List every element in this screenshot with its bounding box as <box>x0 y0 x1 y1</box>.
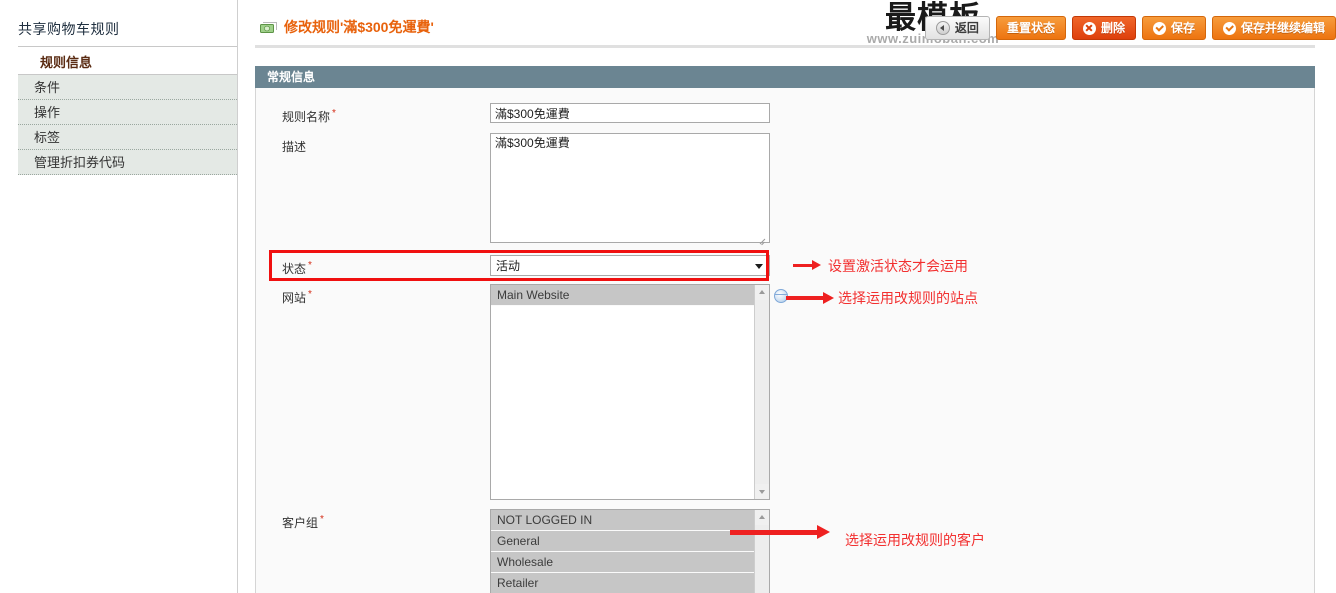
customer-group-listbox[interactable]: NOT LOGGED IN General Wholesale Retailer <box>490 509 770 593</box>
list-item[interactable]: Main Website <box>491 285 754 306</box>
save-button[interactable]: 保存 <box>1141 16 1206 40</box>
status-annotation-text: 设置激活状态才会运用 <box>828 258 968 274</box>
back-button[interactable]: 返回 <box>924 16 990 40</box>
delete-button[interactable]: 删除 <box>1071 16 1136 40</box>
page-header: 修改规则'滿$300免運費' 最模板 www.zuimoban.com 返回 重… <box>255 0 1336 48</box>
scroll-up-icon[interactable] <box>755 510 769 525</box>
scrollbar-track[interactable] <box>755 525 769 593</box>
check-circle-icon <box>1152 21 1166 35</box>
sidebar-item-actions[interactable]: 操作 <box>18 100 237 125</box>
status-select-value: 活动 <box>496 259 521 273</box>
status-select[interactable]: 活动 <box>490 255 770 276</box>
save-and-continue-edit-button[interactable]: 保存并继续编辑 <box>1211 16 1336 40</box>
sidebar-item-labels[interactable]: 标签 <box>18 125 237 150</box>
panel-section-title: 常规信息 <box>255 66 1315 88</box>
delete-button-label: 删除 <box>1100 21 1125 35</box>
scroll-up-icon[interactable] <box>755 285 769 300</box>
sidebar-item-manage-coupon-codes[interactable]: 管理折扣券代码 <box>18 150 237 175</box>
chevron-down-icon <box>755 263 763 269</box>
customer-group-options: NOT LOGGED IN General Wholesale Retailer <box>491 510 754 593</box>
sidebar-item-rule-info[interactable]: 规则信息 <box>18 50 237 75</box>
customer-group-label: 客户组 * <box>282 514 324 530</box>
header-button-bar: 返回 重置状态 删除 保存 保存并继续编辑 <box>924 16 1336 40</box>
website-scrollbar[interactable] <box>754 285 769 499</box>
rule-name-label: 规则名称 * <box>282 108 336 124</box>
money-icon <box>260 21 277 34</box>
page-title-group: 修改规则'滿$300免運費' <box>260 17 434 37</box>
general-information-panel: 常规信息 规则名称* 描述 状态* 活动 网站* Main <box>255 66 1315 593</box>
list-item[interactable]: Retailer <box>491 573 754 593</box>
scrollbar-track[interactable] <box>755 300 769 484</box>
customer-group-scrollbar[interactable] <box>754 510 769 593</box>
page-title: 修改规则'滿$300免運費' <box>284 19 434 35</box>
list-item[interactable]: General <box>491 531 754 552</box>
sidebar-title: 共享购物车规则 <box>18 21 120 37</box>
header-divider <box>255 45 1315 48</box>
sidebar-item-conditions[interactable]: 条件 <box>18 75 237 100</box>
back-arrow-icon <box>935 21 950 35</box>
reset-status-button-label: 重置状态 <box>1006 21 1055 35</box>
website-listbox[interactable]: Main Website <box>490 284 770 500</box>
sidebar-nav-list: 规则信息 条件 操作 标签 管理折扣券代码 <box>18 50 237 175</box>
required-asterisk: * <box>332 108 336 119</box>
sidebar: 共享购物车规则 规则信息 条件 操作 标签 管理折扣券代码 <box>0 0 238 593</box>
customer-annotation-text: 选择运用改规则的客户 <box>845 532 985 548</box>
save-and-continue-edit-button-label: 保存并继续编辑 <box>1240 21 1325 35</box>
reset-status-button[interactable]: 重置状态 <box>995 16 1066 40</box>
cross-circle-icon <box>1082 21 1096 35</box>
website-label: 网站 * <box>282 289 312 305</box>
list-item[interactable]: NOT LOGGED IN <box>491 510 754 531</box>
page-root: 共享购物车规则 规则信息 条件 操作 标签 管理折扣券代码 修改规则'滿$300… <box>0 0 1336 593</box>
sidebar-divider <box>18 46 237 47</box>
website-annotation-text: 选择运用改规则的站点 <box>838 290 978 306</box>
rule-name-input[interactable] <box>490 103 770 123</box>
description-label: 描述 <box>282 140 307 154</box>
required-asterisk: * <box>320 514 324 525</box>
required-asterisk: * <box>308 260 312 271</box>
check-circle-icon <box>1222 21 1236 35</box>
save-button-label: 保存 <box>1170 21 1195 35</box>
description-textarea[interactable] <box>490 133 770 243</box>
back-button-label: 返回 <box>954 21 979 35</box>
scroll-down-icon[interactable] <box>755 484 769 499</box>
status-label: 状态 * <box>282 260 312 276</box>
required-asterisk: * <box>308 289 312 300</box>
list-item[interactable]: Wholesale <box>491 552 754 573</box>
website-options: Main Website <box>491 285 754 499</box>
